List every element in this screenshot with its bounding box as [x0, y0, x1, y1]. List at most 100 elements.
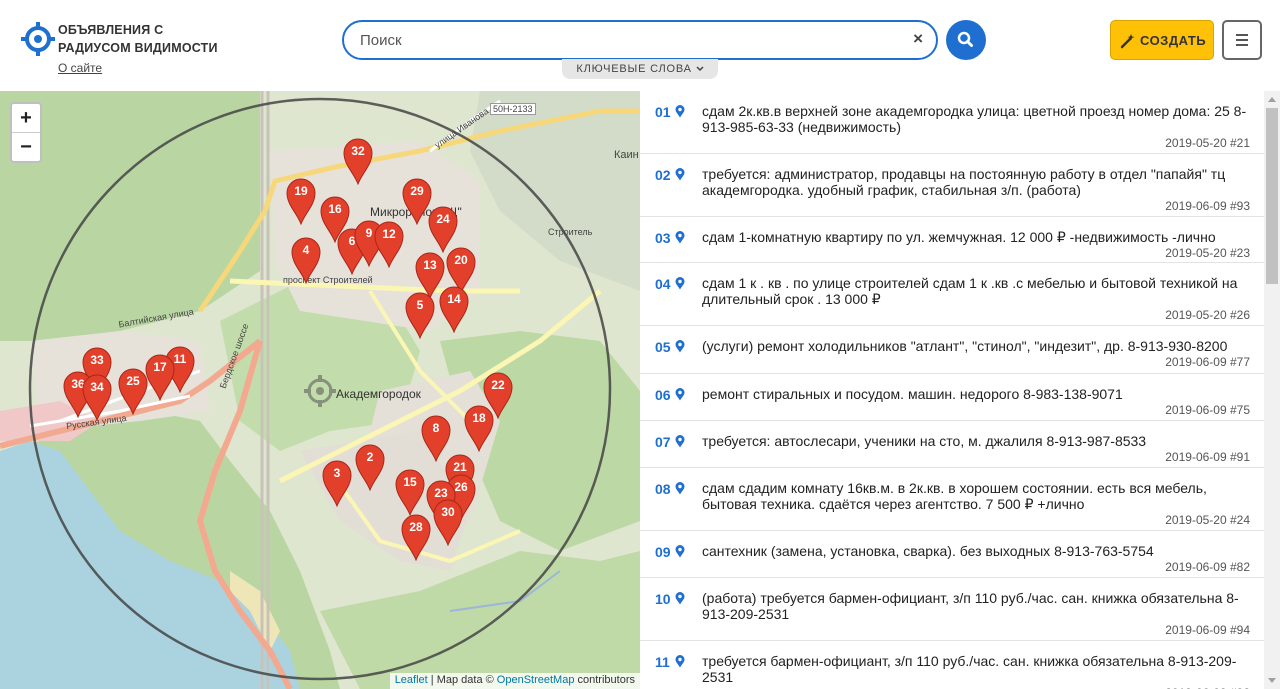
listing-text: сдам 1 к . кв . по улице строителей сдам…	[702, 275, 1238, 307]
listing-meta: 2019-06-09 #92	[640, 685, 1250, 689]
map-marker-label: 29	[410, 184, 424, 198]
listing-number[interactable]: 03	[655, 230, 685, 246]
listing-item[interactable]: 11 требуется бармен-официант, з/п 110 ру…	[640, 641, 1264, 689]
map-marker-label: 3	[333, 466, 341, 480]
listing-number[interactable]: 09	[655, 544, 685, 560]
scroll-down-arrow-icon[interactable]	[1268, 678, 1276, 683]
map-marker-label: 28	[409, 520, 423, 534]
keywords-label: КЛЮЧЕВЫЕ СЛОВА	[576, 63, 692, 75]
map-marker-label: 19	[294, 184, 308, 198]
listing-number[interactable]: 04	[655, 276, 685, 292]
listing-number[interactable]: 02	[655, 167, 685, 183]
search-input[interactable]	[360, 30, 900, 50]
menu-button[interactable]	[1222, 20, 1262, 60]
listing-number-text: 10	[655, 591, 671, 607]
map-marker-label: 12	[382, 227, 396, 241]
listings-panel: 01 сдам 2к.кв.в верхней зоне академгород…	[640, 91, 1264, 689]
search-button[interactable]	[946, 20, 986, 60]
scrollbar[interactable]	[1264, 91, 1280, 689]
listing-number-text: 08	[655, 481, 671, 497]
listing-number[interactable]: 06	[655, 387, 685, 403]
listing-number-text: 02	[655, 167, 671, 183]
site-title[interactable]: ОБЪЯВЛЕНИЯ С РАДИУСОМ ВИДИМОСТИ	[58, 21, 228, 57]
listing-item[interactable]: 01 сдам 2к.кв.в верхней зоне академгород…	[640, 91, 1264, 154]
scroll-up-arrow-icon[interactable]	[1268, 97, 1276, 102]
listing-number[interactable]: 11	[655, 654, 685, 670]
osm-link[interactable]: OpenStreetMap	[497, 674, 575, 686]
map-pin-icon	[675, 340, 685, 353]
map-marker[interactable]: 25	[116, 365, 150, 415]
map-marker[interactable]: 18	[462, 402, 496, 452]
map-pin-icon	[675, 277, 685, 290]
map-marker[interactable]: 5	[403, 289, 437, 339]
listing-number-text: 09	[655, 544, 671, 560]
map-marker-label: 5	[416, 298, 424, 312]
create-button[interactable]: СОЗДАТЬ	[1110, 20, 1214, 60]
map-marker-icon	[395, 469, 425, 516]
listing-number[interactable]: 07	[655, 434, 685, 450]
zoom-out-button[interactable]: −	[12, 133, 40, 162]
listing-text: сантехник (замена, установка, сварка). б…	[702, 543, 1154, 559]
scrollbar-thumb[interactable]	[1266, 108, 1278, 284]
map-marker[interactable]: 4	[289, 234, 323, 284]
map-marker[interactable]: 30	[431, 496, 465, 546]
map-marker[interactable]: 28	[399, 511, 433, 561]
listing-number[interactable]: 01	[655, 104, 685, 120]
listing-meta: 2019-05-20 #24	[1165, 513, 1250, 527]
street-label-stroitel: Строитель	[548, 227, 593, 237]
map-marker[interactable]: 14	[437, 283, 471, 333]
listing-text: требуется: администратор, продавцы на по…	[702, 166, 1226, 198]
listing-item[interactable]: 03 сдам 1-комнатную квартиру по ул. жемч…	[640, 217, 1264, 263]
map-marker-icon	[464, 405, 494, 452]
clear-search-button[interactable]: ×	[913, 29, 923, 49]
map-marker-label: 34	[90, 380, 104, 394]
listing-meta: 2019-06-09 #91	[1165, 450, 1250, 464]
map-marker-label: 8	[432, 421, 440, 435]
map-marker[interactable]: 19	[284, 175, 318, 225]
listing-item[interactable]: 06 ремонт стиральных и посудом. машин. н…	[640, 374, 1264, 421]
listing-item[interactable]: 04 сдам 1 к . кв . по улице строителей с…	[640, 263, 1264, 326]
map-marker[interactable]: 34	[80, 371, 114, 421]
listing-meta: 2019-05-20 #23	[1165, 246, 1250, 260]
listing-item[interactable]: 05 (услуги) ремонт холодильников "атлант…	[640, 326, 1264, 374]
map-marker[interactable]: 15	[393, 466, 427, 516]
site-title-line1: ОБЪЯВЛЕНИЯ С	[58, 23, 164, 37]
listing-meta: 2019-06-09 #77	[1165, 355, 1250, 369]
keywords-toggle[interactable]: КЛЮЧЕВЫЕ СЛОВА	[562, 59, 718, 79]
map-marker-icon	[322, 460, 352, 507]
listing-text: (услуги) ремонт холодильников "атлант", …	[702, 338, 1228, 354]
map[interactable]: Академгородок Микрорайон "Щ" 50Н-2133 ул…	[0, 91, 640, 689]
zoom-in-button[interactable]: +	[12, 104, 40, 133]
map-marker-icon	[286, 178, 316, 225]
map-marker-icon	[343, 138, 373, 185]
listing-meta: 2019-06-09 #82	[1165, 560, 1250, 574]
map-marker-icon	[439, 286, 469, 333]
map-marker-label: 20	[454, 253, 468, 267]
map-attribution: Leaflet | Map data © OpenStreetMap contr…	[389, 673, 640, 689]
map-marker[interactable]: 32	[341, 135, 375, 185]
hamburger-icon	[1236, 34, 1248, 46]
map-pin-icon	[675, 592, 685, 605]
map-marker-label: 22	[491, 378, 505, 392]
map-marker-label: 13	[423, 258, 437, 272]
leaflet-link[interactable]: Leaflet	[395, 674, 428, 686]
listing-item[interactable]: 02 требуется: администратор, продавцы на…	[640, 154, 1264, 217]
listing-item[interactable]: 07 требуется: автослесари, ученики на ст…	[640, 421, 1264, 468]
map-marker[interactable]: 12	[372, 218, 406, 268]
map-marker-label: 18	[472, 411, 486, 425]
listing-item[interactable]: 09 сантехник (замена, установка, сварка)…	[640, 531, 1264, 578]
listing-number[interactable]: 08	[655, 481, 685, 497]
map-pin-icon	[675, 482, 685, 495]
listing-item[interactable]: 08 сдам сдадим комнату 16кв.м. в 2к.кв. …	[640, 468, 1264, 531]
about-link[interactable]: О сайте	[58, 61, 102, 75]
listing-meta: 2019-05-20 #21	[1165, 136, 1250, 150]
crosshair-logo-icon[interactable]	[21, 22, 55, 56]
listing-meta: 2019-06-09 #75	[1165, 403, 1250, 417]
listing-item[interactable]: 10 (работа) требуется бармен-официант, з…	[640, 578, 1264, 641]
map-marker[interactable]: 2	[353, 441, 387, 491]
listing-meta: 2019-06-09 #94	[1165, 623, 1250, 637]
map-marker-label: 15	[403, 475, 417, 489]
map-marker[interactable]: 3	[320, 457, 354, 507]
listing-number[interactable]: 05	[655, 339, 685, 355]
listing-number[interactable]: 10	[655, 591, 685, 607]
